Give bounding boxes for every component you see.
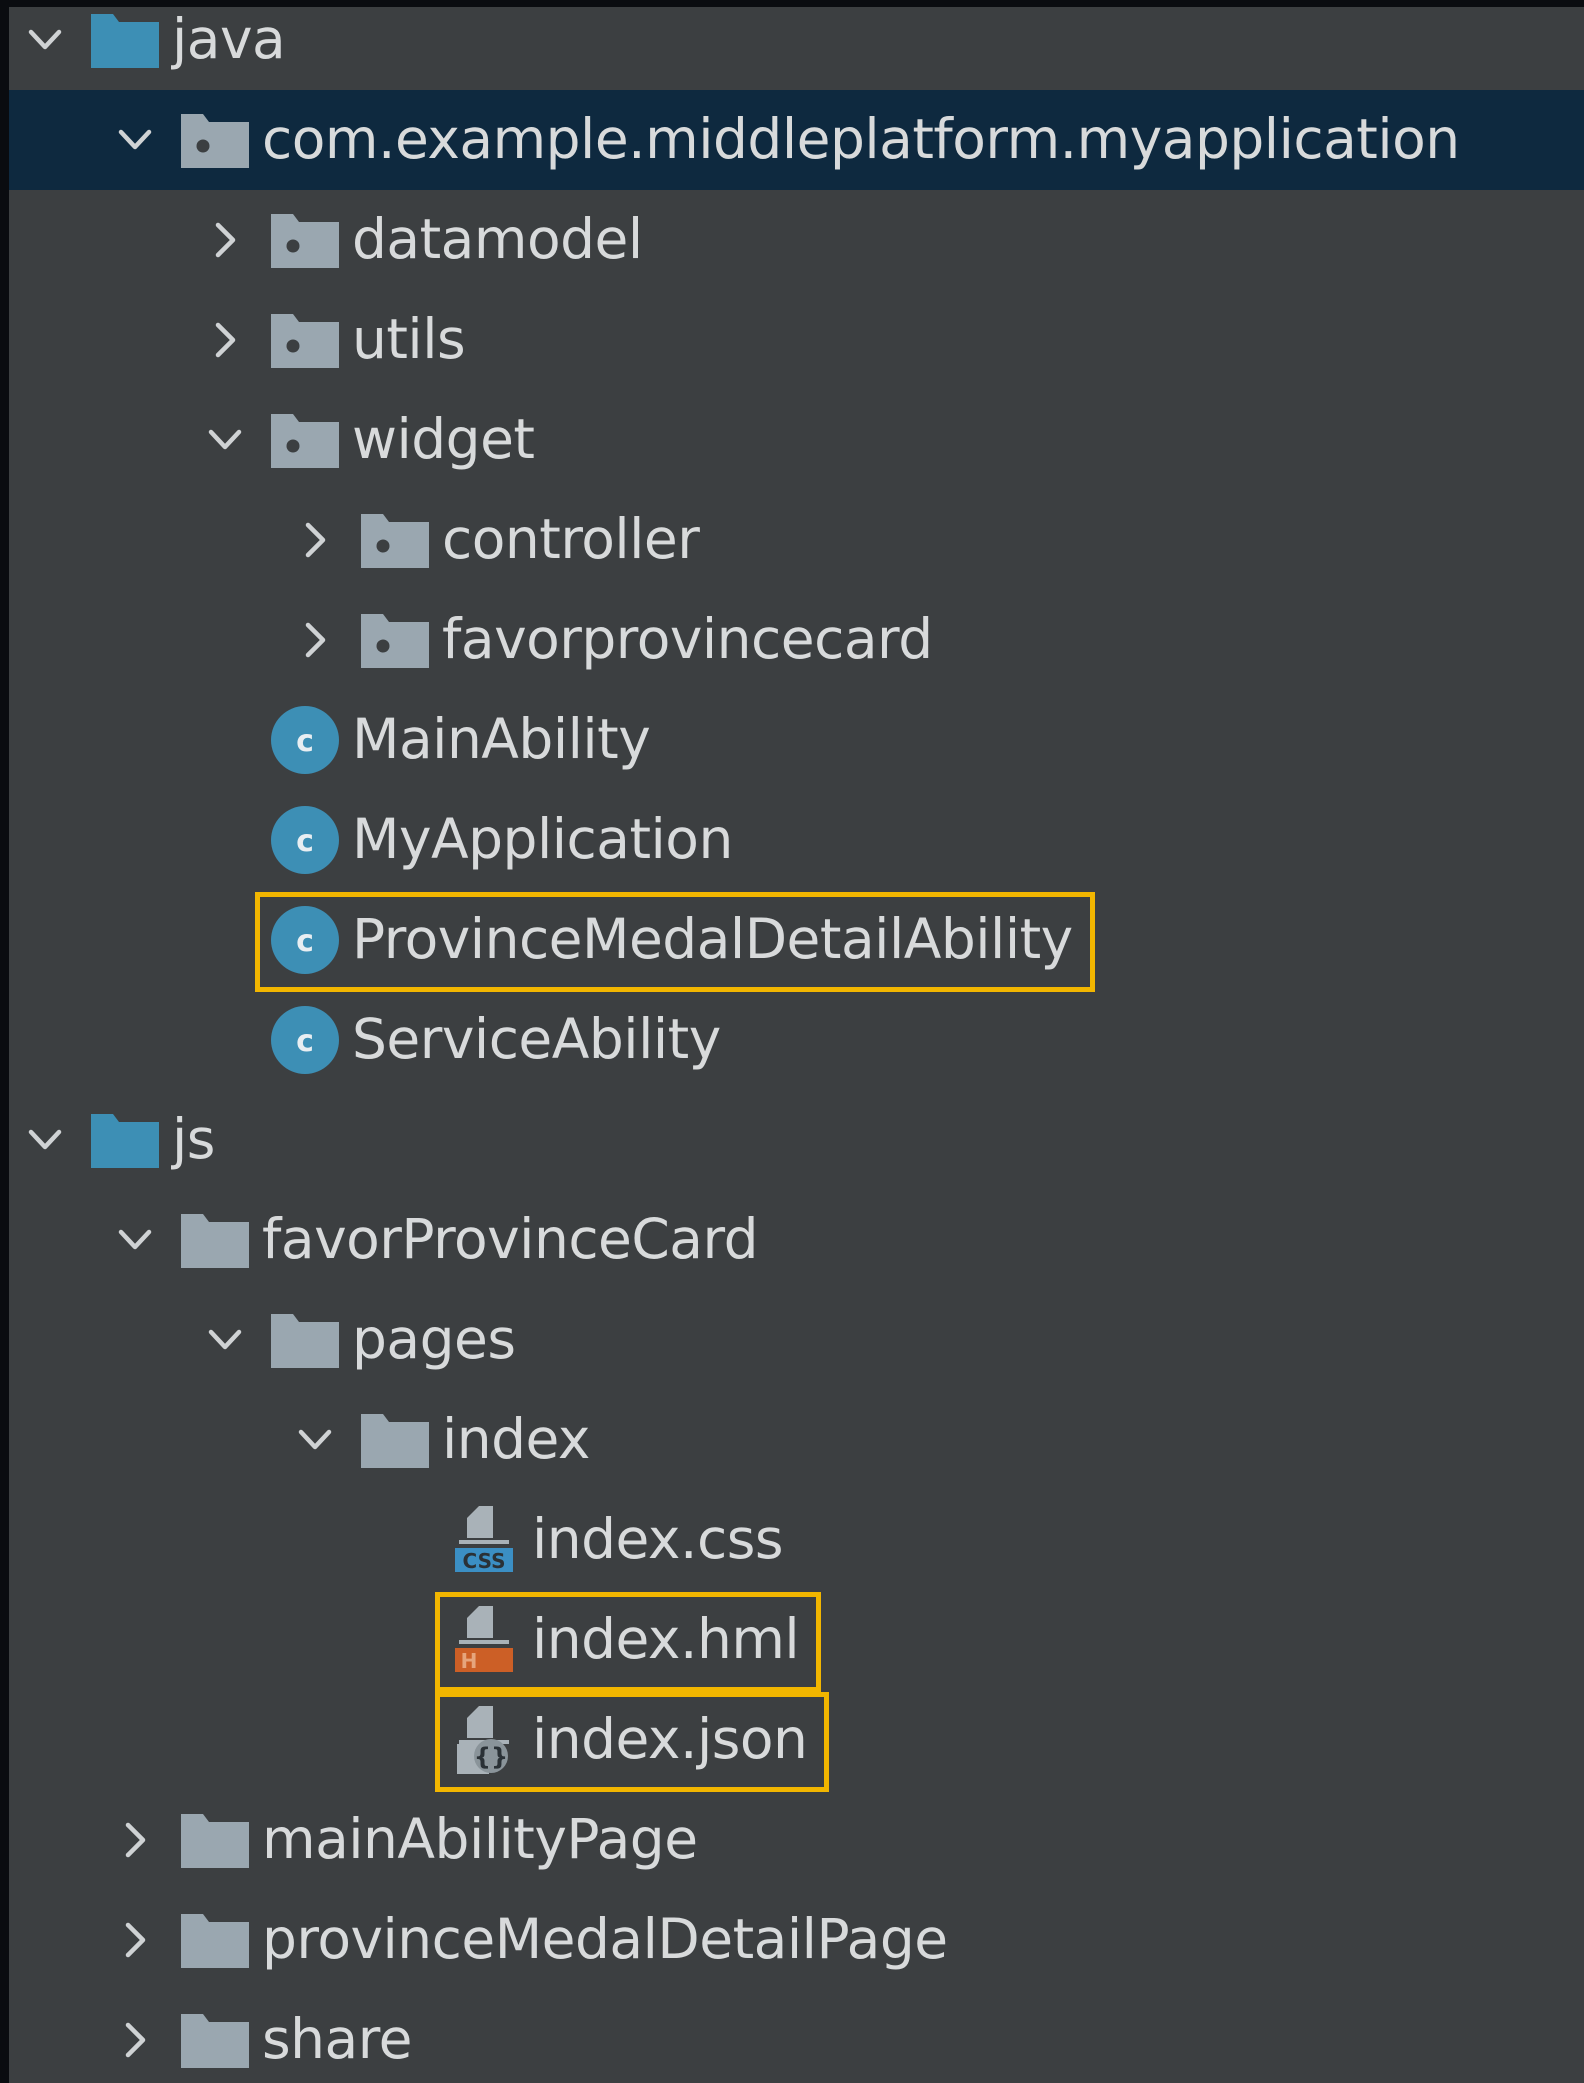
source-folder-icon (89, 7, 161, 76)
tree-row-java[interactable]: java (9, 7, 1584, 90)
tree-row-mainability[interactable]: c MainAbility (9, 690, 1584, 790)
svg-text:c: c (296, 1024, 314, 1059)
chevron-right-icon[interactable] (295, 520, 335, 560)
project-tree-panel: java com.example.middleplatform.myapplic… (9, 7, 1584, 2083)
tree-row-mainabilitypage[interactable]: mainAbilityPage (9, 1790, 1584, 1890)
source-folder-icon (89, 1104, 161, 1176)
tree-row-serviceability[interactable]: c ServiceAbility (9, 990, 1584, 1090)
svg-text:H: H (461, 1649, 478, 1673)
package-icon (179, 104, 251, 176)
tree-item-label: widget (352, 407, 535, 471)
tree-item-label: ServiceAbility (352, 1007, 721, 1071)
folder-icon (179, 1804, 251, 1876)
chevron-right-icon[interactable] (295, 620, 335, 660)
tree-item-label: utils (352, 307, 466, 371)
chevron-down-icon[interactable] (205, 420, 245, 460)
package-icon (359, 604, 431, 676)
tree-row-index[interactable]: index (9, 1390, 1584, 1490)
json-file-icon: {} (449, 1704, 521, 1776)
class-icon: c (269, 804, 341, 876)
chevron-right-icon[interactable] (115, 1820, 155, 1860)
folder-icon (179, 1204, 251, 1276)
tree-item-label: favorProvinceCard (262, 1207, 759, 1271)
chevron-down-icon[interactable] (25, 20, 65, 60)
tree-row-index-json[interactable]: {} index.json (9, 1690, 1584, 1790)
chevron-down-icon[interactable] (295, 1420, 335, 1460)
tree-item-label: index.hml (532, 1607, 800, 1671)
tree-row-provincemedaldetailpage[interactable]: provinceMedalDetailPage (9, 1890, 1584, 1990)
tree-item-label: com.example.middleplatform.myapplication (262, 107, 1460, 171)
package-icon (269, 204, 341, 276)
tree-item-label: java (172, 7, 286, 71)
class-icon: c (269, 704, 341, 776)
folder-icon (359, 1404, 431, 1476)
package-icon (269, 304, 341, 376)
tree-row-utils[interactable]: utils (9, 290, 1584, 390)
chevron-down-icon[interactable] (25, 1120, 65, 1160)
class-icon: c (269, 904, 341, 976)
tree-item-label: ProvinceMedalDetailAbility (352, 907, 1073, 971)
svg-text:{}: {} (474, 1743, 508, 1771)
tree-row-share[interactable]: share (9, 1990, 1584, 2083)
tree-item-label: favorprovincecard (442, 607, 933, 671)
tree-item-label: datamodel (352, 207, 643, 271)
tree-row-index-hml[interactable]: Hindex.hml (9, 1590, 1584, 1690)
svg-text:c: c (296, 824, 314, 859)
tree-item-label: index (442, 1407, 590, 1471)
folder-icon (179, 1904, 251, 1976)
css-file-icon: CSS (449, 1504, 521, 1576)
hml-file-icon: H (449, 1604, 521, 1676)
package-icon (269, 404, 341, 476)
tree-row-favorprovincecard[interactable]: favorprovincecard (9, 590, 1584, 690)
tree-item-label: MyApplication (352, 807, 733, 871)
chevron-down-icon[interactable] (115, 1220, 155, 1260)
tree-row-index-css[interactable]: CSS index.css (9, 1490, 1584, 1590)
class-icon: c (269, 1004, 341, 1076)
tree-row-com-example-middleplatform-myapplication[interactable]: com.example.middleplatform.myapplication (9, 90, 1584, 190)
chevron-right-icon[interactable] (205, 220, 245, 260)
tree-item-label: pages (352, 1307, 516, 1371)
tree-row-myapplication[interactable]: c MyApplication (9, 790, 1584, 890)
tree-item-label: mainAbilityPage (262, 1807, 698, 1871)
tree-item-label: MainAbility (352, 707, 651, 771)
chevron-right-icon[interactable] (115, 1920, 155, 1960)
tree-item-label: js (172, 1107, 215, 1171)
tree-row-controller[interactable]: controller (9, 490, 1584, 590)
tree-row-pages[interactable]: pages (9, 1290, 1584, 1390)
chevron-down-icon[interactable] (205, 1320, 245, 1360)
tree-row-js[interactable]: js (9, 1090, 1584, 1190)
folder-icon (269, 1304, 341, 1376)
tree-item-label: share (262, 2007, 412, 2071)
package-icon (359, 504, 431, 576)
svg-text:CSS: CSS (463, 1549, 506, 1573)
tree-row-provincemedaldetailability[interactable]: c ProvinceMedalDetailAbility (9, 890, 1584, 990)
chevron-right-icon[interactable] (205, 320, 245, 360)
tree-item-label: controller (442, 507, 700, 571)
tree-row-datamodel[interactable]: datamodel (9, 190, 1584, 290)
svg-text:c: c (296, 924, 314, 959)
tree-row-favorprovincecard[interactable]: favorProvinceCard (9, 1190, 1584, 1290)
chevron-right-icon[interactable] (115, 2020, 155, 2060)
chevron-down-icon[interactable] (115, 120, 155, 160)
tree-row-widget[interactable]: widget (9, 390, 1584, 490)
tree-item-label: provinceMedalDetailPage (262, 1907, 948, 1971)
folder-icon (179, 2004, 251, 2076)
tree-item-label: index.css (532, 1507, 784, 1571)
svg-text:c: c (296, 724, 314, 759)
tree-item-label: index.json (532, 1707, 808, 1771)
